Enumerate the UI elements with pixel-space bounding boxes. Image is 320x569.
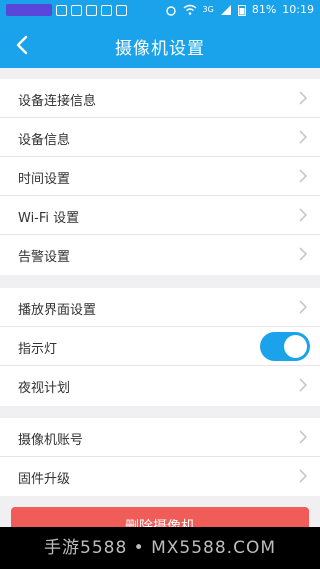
setting-item-indicator-light: 指示灯 [0, 327, 320, 366]
status-bar: 3G 81% 10:19 [0, 0, 320, 22]
chevron-right-icon [299, 300, 308, 314]
battery-text: 81% [251, 3, 277, 16]
settings-section-1: 设备连接信息 设备信息 时间设置 Wi-Fi 设置 告警设置 [0, 79, 320, 275]
setting-item-camera-account[interactable]: 摄像机账号 [0, 418, 320, 457]
setting-label: Wi-Fi 设置 [18, 211, 80, 226]
nav-bar: 摄像机设置 [0, 22, 320, 68]
signal-text: 3G [202, 5, 214, 14]
page-title: 摄像机设置 [115, 39, 205, 59]
setting-label: 固件升级 [18, 472, 71, 487]
image-icon [71, 4, 82, 16]
indicator-light-toggle[interactable] [260, 332, 310, 361]
setting-item-device-info[interactable]: 设备信息 [0, 118, 320, 157]
chevron-right-icon [299, 430, 308, 444]
setting-label: 时间设置 [18, 172, 71, 187]
carrier-blur [6, 4, 52, 16]
cloud-icon [116, 4, 127, 16]
setting-label: 设备连接信息 [18, 94, 97, 109]
setting-item-playback-ui[interactable]: 播放界面设置 [0, 288, 320, 327]
setting-label: 设备信息 [18, 133, 71, 148]
battery-icon [237, 4, 246, 16]
chevron-right-icon [299, 169, 308, 183]
setting-label: 播放界面设置 [18, 303, 97, 318]
chevron-right-icon [299, 208, 308, 222]
setting-item-wifi[interactable]: Wi-Fi 设置 [0, 196, 320, 235]
clock-text: 10:19 [282, 3, 314, 16]
settings-section-3: 摄像机账号 固件升级 [0, 418, 320, 496]
watermark: 手游5588 • MX5588.COM [0, 527, 320, 569]
chevron-right-icon [299, 91, 308, 105]
setting-item-connection-info[interactable]: 设备连接信息 [0, 79, 320, 118]
wifi-icon [183, 4, 196, 15]
chevron-right-icon [299, 130, 308, 144]
chevron-right-icon [299, 378, 308, 392]
setting-item-night-vision[interactable]: 夜视计划 [0, 366, 320, 405]
toggle-knob [284, 335, 307, 358]
settings-section-2: 播放界面设置 指示灯 夜视计划 [0, 288, 320, 406]
setting-item-firmware-upgrade[interactable]: 固件升级 [0, 457, 320, 496]
setting-label: 告警设置 [18, 250, 71, 265]
chevron-right-icon [299, 247, 308, 261]
chevron-right-icon [299, 469, 308, 483]
notification-icon [56, 4, 67, 16]
alarm-icon [165, 5, 176, 16]
signal-icon [220, 4, 231, 15]
setting-item-time[interactable]: 时间设置 [0, 157, 320, 196]
setting-label: 夜视计划 [18, 381, 71, 396]
setting-label: 摄像机账号 [18, 433, 84, 448]
lock-icon [86, 4, 97, 16]
setting-label: 指示灯 [18, 342, 58, 357]
setting-item-alarm[interactable]: 告警设置 [0, 235, 320, 274]
app-icon [101, 4, 112, 16]
